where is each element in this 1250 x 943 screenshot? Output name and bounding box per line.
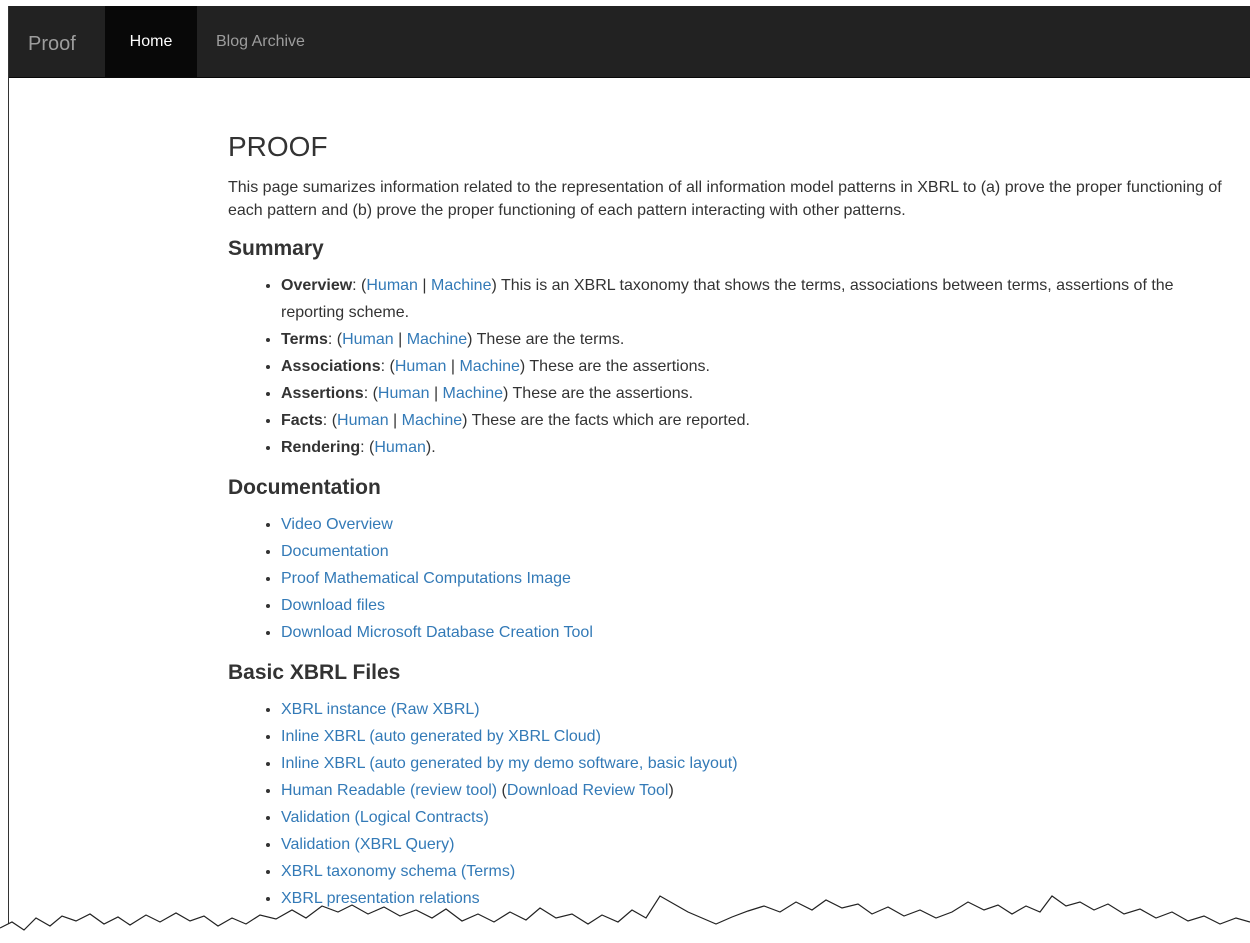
download-db-tool-link[interactable]: Download Microsoft Database Creation Too… [281, 624, 593, 641]
summary-desc: These are the assertions. [512, 385, 694, 402]
summary-item-terms: Terms: (Human | Machine) These are the t… [281, 326, 1238, 353]
machine-link[interactable]: Machine [459, 358, 519, 375]
xbrl-instance-link[interactable]: XBRL instance (Raw XBRL) [281, 701, 480, 718]
documentation-heading: Documentation [228, 476, 381, 499]
human-readable-link[interactable]: Human Readable (review tool) [281, 782, 497, 799]
machine-link[interactable]: Machine [407, 331, 467, 348]
list-item: Human Readable (review tool) (Download R… [281, 777, 1238, 804]
human-link[interactable]: Human [378, 385, 430, 402]
summary-label: Rendering [281, 439, 361, 456]
page-left-border [8, 6, 9, 943]
list-item: Validation (XBRL Query) [281, 831, 1238, 858]
validation-logical-link[interactable]: Validation (Logical Contracts) [281, 809, 489, 826]
top-navbar: Proof Home Blog Archive [8, 6, 1250, 78]
list-item: Download Microsoft Database Creation Too… [281, 619, 1238, 646]
machine-link[interactable]: Machine [402, 412, 462, 429]
computations-image-link[interactable]: Proof Mathematical Computations Image [281, 570, 571, 587]
human-link[interactable]: Human [337, 412, 389, 429]
presentation-relations-link[interactable]: XBRL presentation relations [281, 890, 480, 907]
human-link[interactable]: Human [395, 358, 447, 375]
human-link[interactable]: Human [374, 439, 426, 456]
human-link[interactable]: Human [366, 277, 418, 294]
taxonomy-schema-link[interactable]: XBRL taxonomy schema (Terms) [281, 863, 515, 880]
list-item: Download files [281, 592, 1238, 619]
summary-item-assertions: Assertions: (Human | Machine) These are … [281, 380, 1238, 407]
basic-files-list: XBRL instance (Raw XBRL) Inline XBRL (au… [228, 696, 1238, 912]
list-item: XBRL taxonomy schema (Terms) [281, 858, 1238, 885]
list-item: Validation (Logical Contracts) [281, 804, 1238, 831]
list-item: Video Overview [281, 511, 1238, 538]
human-link[interactable]: Human [342, 331, 394, 348]
summary-label: Associations [281, 358, 381, 375]
summary-list: Overview: (Human | Machine) This is an X… [228, 272, 1238, 461]
list-item: Inline XBRL (auto generated by XBRL Clou… [281, 723, 1238, 750]
summary-item-overview: Overview: (Human | Machine) This is an X… [281, 272, 1238, 326]
summary-desc: These are the assertions. [529, 358, 710, 375]
list-item: Documentation [281, 538, 1238, 565]
list-item: XBRL presentation relations [281, 885, 1238, 912]
inline-xbrl-demo-link[interactable]: Inline XBRL (auto generated by my demo s… [281, 755, 738, 772]
nav-blog-archive[interactable]: Blog Archive [216, 6, 305, 77]
summary-heading: Summary [228, 237, 324, 260]
summary-label: Terms [281, 331, 328, 348]
machine-link[interactable]: Machine [443, 385, 503, 402]
main-content: PROOF This page sumarizes information re… [228, 130, 1238, 912]
summary-item-facts: Facts: (Human | Machine) These are the f… [281, 407, 1238, 434]
inline-xbrl-cloud-link[interactable]: Inline XBRL (auto generated by XBRL Clou… [281, 728, 601, 745]
basic-files-heading: Basic XBRL Files [228, 661, 401, 684]
documentation-link[interactable]: Documentation [281, 543, 389, 560]
summary-item-rendering: Rendering: (Human). [281, 434, 1238, 461]
summary-desc: These are the terms. [476, 331, 625, 348]
page-title: PROOF [228, 131, 328, 162]
download-files-link[interactable]: Download files [281, 597, 385, 614]
machine-link[interactable]: Machine [431, 277, 491, 294]
video-overview-link[interactable]: Video Overview [281, 516, 393, 533]
list-item: XBRL instance (Raw XBRL) [281, 696, 1238, 723]
list-item: Proof Mathematical Computations Image [281, 565, 1238, 592]
summary-label: Facts [281, 412, 323, 429]
download-review-tool-link[interactable]: Download Review Tool [507, 782, 669, 799]
summary-desc: . [431, 439, 436, 456]
summary-desc: These are the facts which are reported. [471, 412, 750, 429]
documentation-list: Video Overview Documentation Proof Mathe… [228, 511, 1238, 646]
brand-link[interactable]: Proof [28, 32, 76, 56]
summary-item-associations: Associations: (Human | Machine) These ar… [281, 353, 1238, 380]
intro-paragraph: This page sumarizes information related … [228, 179, 1222, 219]
browser-page: Proof Home Blog Archive PROOF This page … [8, 6, 1250, 943]
summary-label: Assertions [281, 385, 364, 402]
nav-home[interactable]: Home [105, 6, 197, 77]
list-item: Inline XBRL (auto generated by my demo s… [281, 750, 1238, 777]
validation-query-link[interactable]: Validation (XBRL Query) [281, 836, 454, 853]
summary-label: Overview [281, 277, 353, 294]
